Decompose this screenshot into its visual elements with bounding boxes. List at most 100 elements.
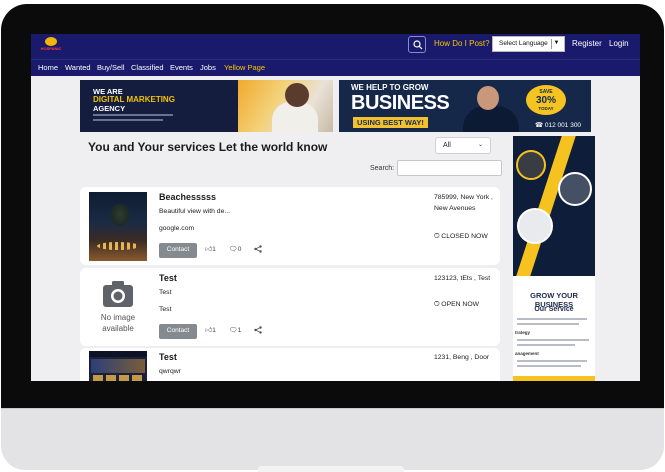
banner-text: AGENCY bbox=[93, 104, 126, 113]
share-button[interactable] bbox=[254, 326, 262, 336]
language-select-value: Select Language bbox=[499, 40, 548, 47]
listing-card[interactable]: Beachesssss Beautiful view with de... go… bbox=[80, 187, 500, 265]
badge-text: TODAY bbox=[538, 106, 554, 111]
listing-image[interactable] bbox=[89, 192, 147, 261]
listing-website[interactable]: Test bbox=[159, 306, 171, 313]
website-block bbox=[132, 375, 142, 381]
ad-text-line bbox=[517, 344, 575, 346]
comment-icon: 🗨︎ bbox=[229, 327, 238, 334]
listing-description: Test bbox=[159, 289, 172, 296]
top-header: HOSPANIC How Do I Post? Select Language … bbox=[31, 34, 640, 59]
listing-website[interactable]: google.com bbox=[159, 225, 194, 232]
banner-text: WE HELP TO GROW bbox=[351, 83, 429, 92]
ad-text-line bbox=[517, 323, 579, 325]
ad-subtitle: Our Service bbox=[534, 306, 574, 313]
website-header bbox=[89, 351, 147, 357]
like-count: 1 bbox=[212, 327, 216, 334]
site-logo[interactable]: HOSPANIC bbox=[40, 37, 62, 57]
website-block bbox=[106, 375, 116, 381]
search-input[interactable] bbox=[397, 160, 502, 176]
listing-image-placeholder[interactable]: No image available bbox=[89, 273, 147, 342]
listing-address: 123123, tEts , Test bbox=[434, 275, 491, 282]
listing-address: 1231, Beng , Door bbox=[434, 354, 490, 361]
clock-icon: 🕓︎ bbox=[434, 233, 440, 240]
listing-title[interactable]: Test bbox=[159, 273, 177, 283]
ad-footer-stripe bbox=[513, 376, 595, 381]
no-image-text: available bbox=[102, 324, 134, 333]
like-button[interactable]: 👍︎1 bbox=[205, 245, 216, 253]
nav-item-home[interactable]: Home bbox=[38, 63, 58, 72]
search-button[interactable] bbox=[408, 36, 426, 53]
nav-item-wanted[interactable]: Wanted bbox=[65, 63, 91, 72]
language-select[interactable]: Select Language ▼ bbox=[492, 36, 565, 52]
badge-value: 30% bbox=[535, 95, 556, 106]
share-icon bbox=[254, 326, 262, 334]
contact-button[interactable]: Contact bbox=[159, 324, 197, 339]
discount-badge: SAVE 30% TODAY bbox=[526, 85, 566, 115]
ad-photo-circle bbox=[517, 208, 553, 244]
status-text: OPEN NOW bbox=[441, 301, 480, 308]
listing-title[interactable]: Beachesssss bbox=[159, 192, 216, 202]
nav-item-classified[interactable]: Classified bbox=[131, 63, 164, 72]
comment-icon: 🗨︎ bbox=[229, 246, 238, 253]
side-advertisement[interactable]: GROW YOUR BUSINESS Our Service trategy a… bbox=[513, 136, 595, 381]
listing-description: qwrqwr bbox=[159, 368, 181, 375]
website-block bbox=[119, 375, 129, 381]
nav-item-events[interactable]: Events bbox=[170, 63, 193, 72]
ad-label: trategy bbox=[515, 330, 531, 335]
monitor-chin bbox=[1, 408, 664, 470]
camera-icon bbox=[103, 281, 133, 307]
banner-person-body bbox=[463, 106, 519, 132]
share-icon bbox=[254, 245, 262, 253]
ad-text-line bbox=[517, 318, 587, 320]
ad-label: anagement bbox=[515, 351, 539, 356]
like-button[interactable]: 👍︎1 bbox=[205, 326, 216, 334]
logo-text: HOSPANIC bbox=[40, 46, 62, 51]
banner-text: DIGITAL MARKETING bbox=[93, 95, 175, 104]
banner-fine-print bbox=[93, 114, 173, 116]
register-link[interactable]: Register bbox=[572, 39, 602, 48]
nav-item-yellow-page[interactable]: Yellow Page bbox=[224, 63, 265, 72]
banner-person-head bbox=[285, 83, 309, 107]
banner-text: USING BEST WAY! bbox=[353, 117, 428, 128]
comment-button[interactable]: 🗨︎0 bbox=[229, 245, 241, 253]
no-image-text: No image bbox=[100, 313, 136, 322]
nav-item-buy-sell[interactable]: Buy/Sell bbox=[97, 63, 125, 72]
filter-value: All bbox=[443, 142, 451, 149]
listing-image[interactable] bbox=[89, 351, 147, 381]
listing-card[interactable]: No image available Test Test Test Contac… bbox=[80, 268, 500, 346]
banner-phone: ☎ 012 001 300 bbox=[535, 122, 582, 129]
like-count: 1 bbox=[212, 246, 216, 253]
banner-person-head bbox=[477, 86, 499, 110]
main-nav: Home Wanted Buy/Sell Classified Events J… bbox=[31, 59, 640, 76]
candle-lights bbox=[97, 242, 139, 250]
login-link[interactable]: Login bbox=[609, 39, 629, 48]
listing-title[interactable]: Test bbox=[159, 352, 177, 362]
category-filter-select[interactable]: All ⌄ bbox=[435, 137, 491, 154]
monitor-frame: HOSPANIC How Do I Post? Select Language … bbox=[0, 0, 665, 472]
listing-card[interactable]: Test qwrqwr 1231, Beng , Door bbox=[80, 348, 500, 381]
contact-button[interactable]: Contact bbox=[159, 243, 197, 258]
banner-text: BUSINESS bbox=[351, 92, 450, 114]
listing-description: Beautiful view with de... bbox=[159, 208, 231, 215]
chevron-down-icon: ⌄ bbox=[477, 142, 483, 148]
ad-text-line bbox=[517, 365, 581, 367]
search-icon bbox=[413, 40, 423, 50]
ad-text-line bbox=[517, 339, 589, 341]
listing-address: 785999, New York , New Avenues bbox=[434, 194, 493, 212]
banner-digital-marketing[interactable]: WE ARE DIGITAL MARKETING AGENCY bbox=[80, 80, 333, 132]
status-text: CLOSED NOW bbox=[441, 233, 488, 240]
palm-tree-shape bbox=[109, 202, 131, 228]
ad-text-line bbox=[517, 360, 587, 362]
browser-screen: HOSPANIC How Do I Post? Select Language … bbox=[31, 34, 640, 381]
listing-status: 🕓︎ CLOSED NOW bbox=[434, 233, 488, 241]
banner-grow-business[interactable]: WE HELP TO GROW BUSINESS USING BEST WAY!… bbox=[339, 80, 591, 132]
comment-count: 1 bbox=[237, 327, 242, 334]
nav-item-jobs[interactable]: Jobs bbox=[200, 63, 216, 72]
logo-emblem bbox=[45, 37, 57, 46]
comment-button[interactable]: 🗨︎1 bbox=[229, 326, 241, 334]
how-do-i-post-link[interactable]: How Do I Post? bbox=[434, 39, 490, 48]
ad-photo-circle bbox=[516, 150, 546, 180]
share-button[interactable] bbox=[254, 245, 262, 255]
page-title: You and Your services Let the world know bbox=[88, 140, 328, 154]
